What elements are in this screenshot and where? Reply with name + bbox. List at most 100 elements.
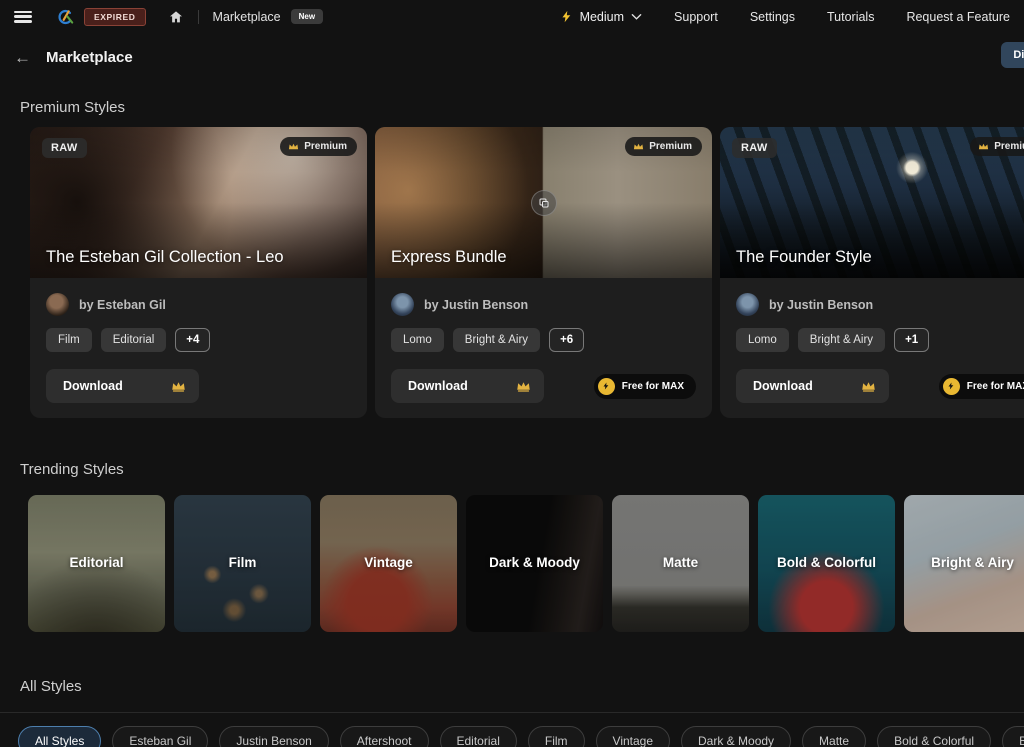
tags-row: Film Editorial +4: [46, 328, 351, 352]
premium-badge: Premium: [625, 137, 702, 156]
speed-label: Medium: [580, 10, 624, 24]
filter-chip-justin-benson[interactable]: Justin Benson: [219, 726, 328, 747]
filters-divider: [0, 712, 1024, 713]
back-arrow-icon[interactable]: ←: [14, 49, 31, 66]
author-row: by Justin Benson: [736, 293, 1024, 316]
trending-tile-bold-colorful[interactable]: Bold & Colorful: [758, 495, 895, 632]
card-footer: Download: [46, 369, 351, 403]
speed-dropdown[interactable]: Medium: [560, 9, 642, 24]
filter-chip-bright-airy[interactable]: Bright & Airy: [1002, 726, 1024, 747]
trending-tile-dark-moody[interactable]: Dark & Moody: [466, 495, 603, 632]
premium-cards-row: RAW Premium The Esteban Gil Collection -…: [30, 127, 1024, 418]
trending-tile-film[interactable]: Film: [174, 495, 311, 632]
card-body: by Justin Benson Lomo Bright & Airy +1 D…: [720, 278, 1024, 418]
crown-icon: [978, 142, 989, 151]
card-image: RAW Premium The Founder Style: [720, 127, 1024, 278]
filter-chip-esteban-gil[interactable]: Esteban Gil: [112, 726, 208, 747]
crown-icon: [516, 380, 531, 392]
home-icon[interactable]: [168, 9, 184, 25]
premium-card-founder-style[interactable]: RAW Premium The Founder Style by Justin …: [720, 127, 1024, 418]
premium-card-esteban-gil-collection[interactable]: RAW Premium The Esteban Gil Collection -…: [30, 127, 367, 418]
filter-chip-dark-moody[interactable]: Dark & Moody: [681, 726, 791, 747]
style-tag: Lomo: [736, 328, 789, 352]
trending-styles-heading: Trending Styles: [20, 461, 1024, 478]
card-image: RAW Premium The Esteban Gil Collection -…: [30, 127, 367, 278]
download-button[interactable]: Download: [391, 369, 544, 403]
card-body: by Esteban Gil Film Editorial +4 Downloa…: [30, 278, 367, 418]
crown-icon: [633, 142, 644, 151]
bundle-layers-icon: [531, 190, 557, 216]
tags-row: Lomo Bright & Airy +6: [391, 328, 696, 352]
crown-icon: [288, 142, 299, 151]
crown-icon: [171, 380, 186, 392]
lightning-icon: [598, 378, 615, 395]
card-title: The Founder Style: [736, 248, 1024, 267]
trending-tiles-row: Editorial Film Vintage Dark & Moody Matt…: [28, 495, 1024, 632]
premium-badge: Premium: [970, 137, 1024, 156]
style-tag: Editorial: [101, 328, 167, 352]
download-button[interactable]: Download: [736, 369, 889, 403]
nav-divider: [198, 10, 199, 24]
lightning-icon: [943, 378, 960, 395]
author-row: by Justin Benson: [391, 293, 696, 316]
style-tag: Bright & Airy: [453, 328, 540, 352]
premium-styles-heading: Premium Styles: [20, 99, 1024, 116]
author-row: by Esteban Gil: [46, 293, 351, 316]
nav-marketplace-label[interactable]: Marketplace: [213, 10, 281, 24]
card-footer: Download Free for MAX: [391, 369, 696, 403]
page-title: Marketplace: [46, 49, 133, 66]
author-avatar: [391, 293, 414, 316]
nav-link-request-feature[interactable]: Request a Feature: [906, 10, 1010, 24]
all-styles-heading: All Styles: [20, 678, 1024, 695]
author-name: by Justin Benson: [769, 298, 873, 312]
top-nav: EXPIRED Marketplace New Medium Support S…: [0, 0, 1024, 33]
more-tags-badge[interactable]: +4: [175, 328, 210, 352]
crown-icon: [861, 380, 876, 392]
trending-tile-editorial[interactable]: Editorial: [28, 495, 165, 632]
style-tag: Film: [46, 328, 92, 352]
nav-link-settings[interactable]: Settings: [750, 10, 795, 24]
trending-tile-vintage[interactable]: Vintage: [320, 495, 457, 632]
more-tags-badge[interactable]: +6: [549, 328, 584, 352]
card-footer: Download Free for MAX: [736, 369, 1024, 403]
filter-chips-row: All Styles Esteban Gil Justin Benson Aft…: [18, 726, 1024, 747]
filter-chip-editorial[interactable]: Editorial: [440, 726, 517, 747]
raw-badge: RAW: [732, 138, 777, 158]
filter-chip-all-styles[interactable]: All Styles: [18, 726, 101, 747]
premium-badge: Premium: [280, 137, 357, 156]
card-title: The Esteban Gil Collection - Leo: [46, 248, 355, 267]
author-name: by Esteban Gil: [79, 298, 166, 312]
card-title: Express Bundle: [391, 248, 700, 267]
author-avatar: [736, 293, 759, 316]
nav-link-tutorials[interactable]: Tutorials: [827, 10, 874, 24]
raw-badge: RAW: [42, 138, 87, 158]
card-body: by Justin Benson Lomo Bright & Airy +6 D…: [375, 278, 712, 418]
tags-row: Lomo Bright & Airy +1: [736, 328, 1024, 352]
more-tags-badge[interactable]: +1: [894, 328, 929, 352]
author-name: by Justin Benson: [424, 298, 528, 312]
trending-tile-bright-airy[interactable]: Bright & Airy: [904, 495, 1024, 632]
top-nav-right: Medium Support Settings Tutorials Reques…: [560, 9, 1010, 24]
chevron-down-icon: [631, 13, 642, 21]
lightning-icon: [560, 9, 573, 24]
menu-icon[interactable]: [14, 11, 32, 23]
page-header: ← Marketplace Didn't find t: [0, 37, 1024, 77]
download-button[interactable]: Download: [46, 369, 199, 403]
style-tag: Bright & Airy: [798, 328, 885, 352]
filter-chip-vintage[interactable]: Vintage: [596, 726, 670, 747]
style-tag: Lomo: [391, 328, 444, 352]
free-for-max-badge: Free for MAX: [594, 374, 696, 399]
premium-card-express-bundle[interactable]: Premium Express Bundle by Justin Benson …: [375, 127, 712, 418]
expired-badge: EXPIRED: [84, 8, 146, 26]
card-image: Premium Express Bundle: [375, 127, 712, 278]
filter-chip-film[interactable]: Film: [528, 726, 585, 747]
filter-chip-aftershoot[interactable]: Aftershoot: [340, 726, 429, 747]
author-avatar: [46, 293, 69, 316]
nav-link-support[interactable]: Support: [674, 10, 718, 24]
filter-chip-bold-colorful[interactable]: Bold & Colorful: [877, 726, 991, 747]
trending-tile-matte[interactable]: Matte: [612, 495, 749, 632]
didnt-find-style-button[interactable]: Didn't find t: [1001, 42, 1024, 68]
new-badge: New: [291, 9, 323, 24]
app-logo-icon[interactable]: [56, 7, 76, 27]
filter-chip-matte[interactable]: Matte: [802, 726, 866, 747]
